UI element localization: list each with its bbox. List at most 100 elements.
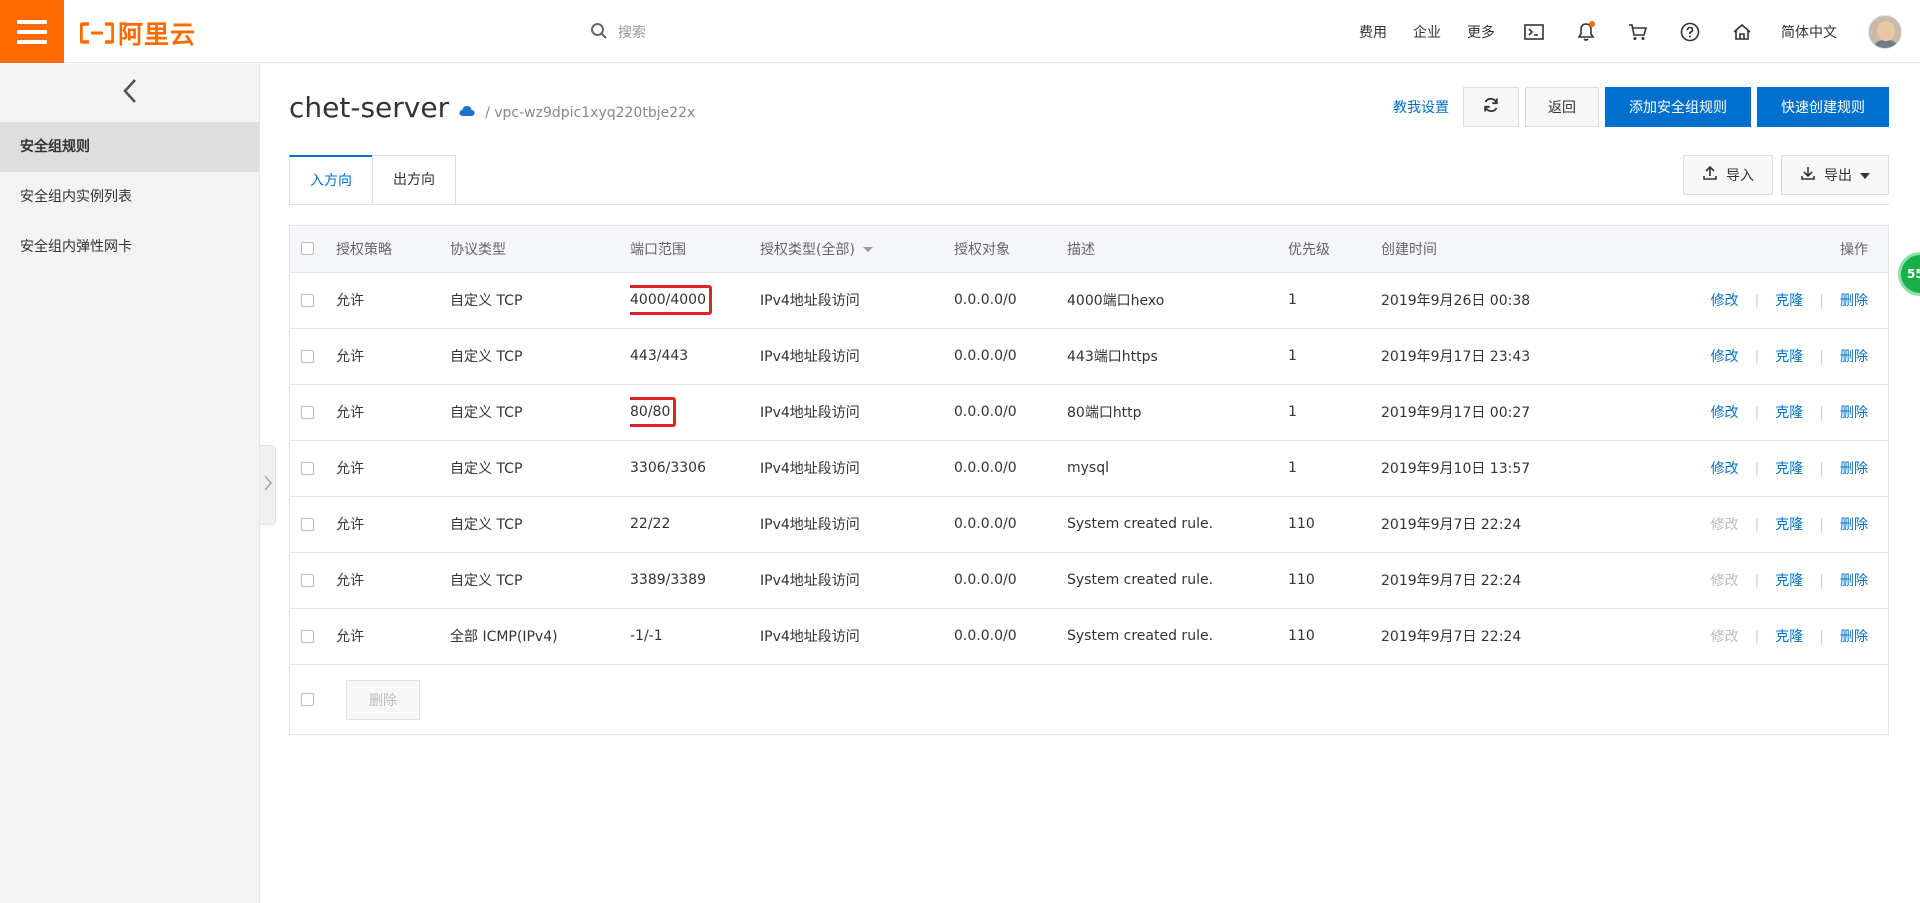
row-checkbox[interactable] <box>301 461 314 475</box>
delete-link[interactable]: 删除 <box>1840 629 1868 645</box>
sidebar-back-button[interactable] <box>0 64 259 122</box>
cell-created: 2019年9月17日 00:27 <box>1381 405 1531 421</box>
help-icon[interactable] <box>1677 19 1703 45</box>
cell-policy: 允许 <box>336 573 364 589</box>
search-input[interactable] <box>618 25 878 41</box>
clone-link[interactable]: 克隆 <box>1775 293 1803 309</box>
tab-inbound[interactable]: 入方向 <box>289 155 373 205</box>
back-button[interactable]: 返回 <box>1525 87 1599 127</box>
cell-auth-object: 0.0.0.0/0 <box>954 516 1017 532</box>
import-button[interactable]: 导入 <box>1683 155 1773 195</box>
cell-auth-object: 0.0.0.0/0 <box>954 404 1017 420</box>
edit-link[interactable]: 修改 <box>1711 517 1739 533</box>
home-icon[interactable] <box>1729 19 1755 45</box>
notification-dot <box>1589 20 1595 27</box>
floating-assistant-badge[interactable]: 55 <box>1898 252 1920 296</box>
port-value: 3306/3306 <box>630 460 706 476</box>
row-checkbox[interactable] <box>301 405 314 419</box>
table-row: 允许 自定义 TCP 3306/3306 IPv4地址段访问 0.0.0.0/0… <box>290 440 1888 496</box>
edit-link[interactable]: 修改 <box>1711 349 1739 365</box>
tab-outbound[interactable]: 出方向 <box>372 155 456 205</box>
bell-icon[interactable] <box>1573 19 1599 45</box>
footer-select-all-checkbox[interactable] <box>301 693 314 706</box>
direction-tabs: 入方向 出方向 <box>289 155 456 205</box>
clone-link[interactable]: 克隆 <box>1775 629 1803 645</box>
port-value: -1/-1 <box>630 628 663 645</box>
add-security-rule-button[interactable]: 添加安全组规则 <box>1605 87 1751 127</box>
search-icon <box>590 22 608 44</box>
clone-link[interactable]: 克隆 <box>1775 405 1803 421</box>
clone-link[interactable]: 克隆 <box>1775 349 1803 365</box>
cell-desc: mysql <box>1067 460 1109 476</box>
op-separator: | <box>1819 573 1824 589</box>
edit-link[interactable]: 修改 <box>1711 629 1739 645</box>
cell-auth-type: IPv4地址段访问 <box>760 349 860 365</box>
delete-link[interactable]: 删除 <box>1840 349 1868 365</box>
cell-policy: 允许 <box>336 349 364 365</box>
row-checkbox[interactable] <box>301 293 314 307</box>
port-value: 80/80 <box>630 404 671 420</box>
nav-link-billing[interactable]: 费用 <box>1359 22 1387 42</box>
cell-port: 3389/3389 <box>630 552 760 608</box>
select-all-checkbox[interactable] <box>301 242 314 256</box>
hamburger-menu-button[interactable] <box>0 0 64 63</box>
cell-auth-type: IPv4地址段访问 <box>760 573 860 589</box>
cell-ops: 修改 | 克隆 | 删除 <box>1631 272 1888 328</box>
terminal-icon[interactable] <box>1521 19 1547 45</box>
row-checkbox[interactable] <box>301 517 314 531</box>
search-box[interactable] <box>590 20 890 46</box>
aliyun-logo[interactable]: 阿里云 <box>80 18 197 49</box>
cell-port: 4000/4000 <box>630 272 760 328</box>
upload-icon <box>1702 165 1718 185</box>
chevron-right-icon <box>263 475 272 495</box>
batch-delete-button[interactable]: 删除 <box>346 679 420 720</box>
row-checkbox[interactable] <box>301 349 314 363</box>
port-value: 443/443 <box>630 348 689 364</box>
user-avatar[interactable] <box>1868 14 1902 49</box>
sidebar-collapse-handle[interactable] <box>260 445 276 525</box>
logo-text: 阿里云 <box>118 20 197 49</box>
nav-link-enterprise[interactable]: 企业 <box>1413 22 1441 42</box>
col-header-priority: 优先级 <box>1288 241 1330 258</box>
edit-link[interactable]: 修改 <box>1711 461 1739 477</box>
clone-link[interactable]: 克隆 <box>1775 461 1803 477</box>
language-switcher[interactable]: 简体中文 <box>1781 22 1837 42</box>
refresh-button[interactable] <box>1463 87 1519 127</box>
refresh-icon <box>1483 97 1499 117</box>
delete-link[interactable]: 删除 <box>1840 405 1868 421</box>
cart-icon[interactable] <box>1625 19 1651 45</box>
port-value: 3389/3389 <box>630 572 706 588</box>
delete-link[interactable]: 删除 <box>1840 517 1868 533</box>
edit-link[interactable]: 修改 <box>1711 573 1739 589</box>
edit-link[interactable]: 修改 <box>1711 405 1739 421</box>
delete-link[interactable]: 删除 <box>1840 573 1868 589</box>
clone-link[interactable]: 克隆 <box>1775 573 1803 589</box>
edit-link[interactable]: 修改 <box>1711 293 1739 309</box>
row-checkbox[interactable] <box>301 573 314 587</box>
row-checkbox[interactable] <box>301 629 314 643</box>
chevron-left-icon <box>122 78 138 108</box>
cell-policy: 允许 <box>336 629 364 646</box>
quick-create-rule-button[interactable]: 快速创建规则 <box>1757 87 1889 127</box>
col-header-auth-type[interactable]: 授权类型(全部) <box>760 226 954 272</box>
nav-link-more[interactable]: 更多 <box>1467 22 1495 42</box>
table-row: 允许 全部 ICMP(IPv4) -1/-1 IPv4地址段访问 0.0.0.0… <box>290 608 1888 664</box>
port-value: 22/22 <box>630 516 671 532</box>
export-label: 导出 <box>1824 168 1852 184</box>
help-setup-link[interactable]: 教我设置 <box>1393 97 1449 117</box>
clone-link[interactable]: 克隆 <box>1775 517 1803 533</box>
delete-link[interactable]: 删除 <box>1840 293 1868 309</box>
cell-created: 2019年9月7日 22:24 <box>1381 629 1522 646</box>
page-title: chet-server <box>289 91 450 124</box>
col-header-policy: 授权策略 <box>336 241 392 258</box>
table-row: 允许 自定义 TCP 3389/3389 IPv4地址段访问 0.0.0.0/0… <box>290 552 1888 608</box>
cell-created: 2019年9月7日 22:24 <box>1381 517 1522 533</box>
sidebar-item-eni[interactable]: 安全组内弹性网卡 <box>0 222 259 272</box>
cell-policy: 允许 <box>336 405 364 421</box>
delete-link[interactable]: 删除 <box>1840 461 1868 477</box>
export-button[interactable]: 导出 <box>1781 155 1889 195</box>
sidebar-item-security-group-rules[interactable]: 安全组规则 <box>0 122 259 172</box>
caret-down-icon <box>1860 167 1870 183</box>
table-row: 允许 自定义 TCP 80/80 IPv4地址段访问 0.0.0.0/0 80端… <box>290 384 1888 440</box>
sidebar-item-instance-list[interactable]: 安全组内实例列表 <box>0 172 259 222</box>
